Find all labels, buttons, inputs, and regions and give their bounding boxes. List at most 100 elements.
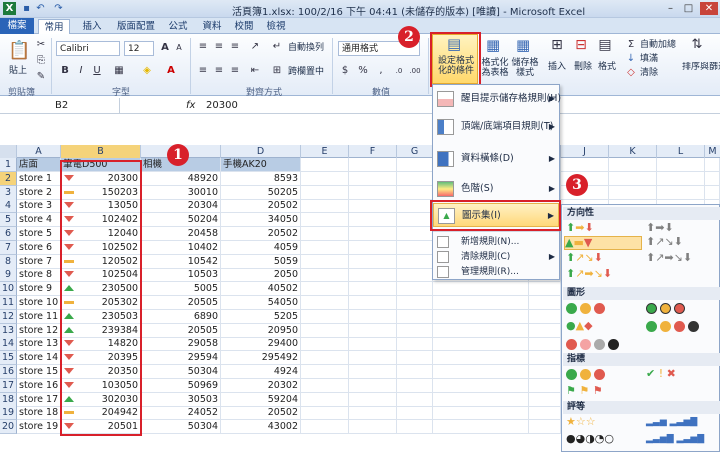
cell[interactable] xyxy=(529,351,561,364)
merge-center-icon[interactable]: ⊞ xyxy=(270,64,284,78)
name-box[interactable]: B2 xyxy=(0,98,120,113)
cell[interactable] xyxy=(705,158,720,171)
column-header[interactable]: A xyxy=(17,145,61,158)
menu-item-clear-rules[interactable]: 清除規則(C) ▶ xyxy=(433,250,559,264)
icon-set-3-stars[interactable]: ★☆☆ xyxy=(566,416,596,428)
cell[interactable] xyxy=(397,282,433,295)
column-header[interactable]: K xyxy=(609,145,657,158)
tab-review[interactable]: 校閱 xyxy=(230,19,258,34)
align-bottom-icon[interactable]: ≡ xyxy=(228,40,242,54)
cell[interactable] xyxy=(397,406,433,419)
cell[interactable] xyxy=(397,172,433,185)
cell[interactable] xyxy=(609,172,657,185)
cell[interactable]: 48920 xyxy=(141,172,221,185)
cell[interactable]: store 5 xyxy=(17,227,61,240)
icon-set-3-flags[interactable]: ⚑ ⚑ ⚑ xyxy=(566,385,603,397)
cell[interactable] xyxy=(349,324,397,337)
row-header[interactable]: 3 xyxy=(0,186,17,200)
cell[interactable]: 4059 xyxy=(221,241,301,254)
fill-label[interactable]: 填滿 xyxy=(640,54,658,64)
cell[interactable]: 20458 xyxy=(141,227,221,240)
cell[interactable] xyxy=(349,406,397,419)
cell[interactable]: 50205 xyxy=(221,186,301,199)
cell[interactable] xyxy=(397,255,433,268)
icon-set-4-traffic-lights[interactable] xyxy=(646,320,702,332)
row-header[interactable]: 16 xyxy=(0,365,17,379)
icon-set-4-arrows-gray[interactable]: ⬆↗↘⬇ xyxy=(646,236,683,248)
autosum-icon[interactable]: Σ xyxy=(624,38,638,52)
header-cell[interactable]: 店面 xyxy=(17,158,61,171)
fill-color-icon[interactable]: ◈ xyxy=(140,64,154,78)
shrink-font-icon[interactable]: A xyxy=(172,41,186,55)
cell[interactable]: store 11 xyxy=(17,310,61,323)
row-header[interactable]: 18 xyxy=(0,393,17,407)
font-size-select[interactable]: 12 xyxy=(124,41,154,56)
menu-item-new-rule[interactable]: 新增規則(N)... xyxy=(433,235,559,249)
cell[interactable]: 10402 xyxy=(141,241,221,254)
cell[interactable] xyxy=(301,268,349,281)
cell[interactable] xyxy=(529,393,561,406)
cell[interactable] xyxy=(301,337,349,350)
row-header[interactable]: 14 xyxy=(0,337,17,351)
cell[interactable] xyxy=(561,158,609,171)
cell[interactable] xyxy=(301,213,349,226)
column-header[interactable]: E xyxy=(301,145,349,158)
cell[interactable] xyxy=(301,186,349,199)
cell[interactable] xyxy=(349,337,397,350)
cell[interactable] xyxy=(397,268,433,281)
tab-page-layout[interactable]: 版面配置 xyxy=(112,19,160,34)
cell[interactable] xyxy=(397,227,433,240)
cell[interactable] xyxy=(349,158,397,171)
cell-styles-icon[interactable]: ▦ xyxy=(516,38,530,53)
tab-file[interactable]: 檔案 xyxy=(0,18,34,34)
cell[interactable]: store 3 xyxy=(17,199,61,212)
cell[interactable] xyxy=(301,324,349,337)
column-header[interactable]: G xyxy=(397,145,433,158)
cell[interactable] xyxy=(349,420,397,433)
cell[interactable]: 20505 xyxy=(141,324,221,337)
icon-set-4-arrows-colored[interactable]: ⬆↗↘⬇ xyxy=(566,252,603,264)
cell[interactable] xyxy=(301,241,349,254)
cell[interactable] xyxy=(433,337,529,350)
cell[interactable] xyxy=(657,158,705,171)
cell[interactable] xyxy=(433,365,529,378)
cell[interactable]: store 7 xyxy=(17,255,61,268)
cell[interactable]: store 19 xyxy=(17,420,61,433)
cell[interactable] xyxy=(397,393,433,406)
cell[interactable] xyxy=(397,241,433,254)
cell[interactable] xyxy=(397,379,433,392)
cell[interactable] xyxy=(349,365,397,378)
clear-icon[interactable]: ◇ xyxy=(624,66,638,80)
cell[interactable] xyxy=(433,393,529,406)
comma-icon[interactable]: , xyxy=(374,64,388,78)
indent-icon[interactable]: ⇤ xyxy=(248,64,262,78)
icon-set-3-arrows-gray[interactable]: ⬆➡⬇ xyxy=(646,222,674,234)
insert-cells-label[interactable]: 插入 xyxy=(548,62,566,72)
cell[interactable] xyxy=(349,227,397,240)
cell[interactable] xyxy=(349,172,397,185)
cell[interactable] xyxy=(301,310,349,323)
column-header[interactable]: L xyxy=(657,145,705,158)
select-all-corner[interactable] xyxy=(0,145,17,158)
cell[interactable] xyxy=(301,255,349,268)
row-header[interactable]: 2 xyxy=(0,172,17,186)
undo-icon[interactable]: ↶ xyxy=(34,2,47,15)
icon-set-5-arrows-colored[interactable]: ⬆↗➡↘⬇ xyxy=(566,268,612,280)
cell[interactable]: store 13 xyxy=(17,337,61,350)
row-header[interactable]: 5 xyxy=(0,213,17,227)
minimize-icon[interactable]: – xyxy=(664,2,677,15)
row-header[interactable]: 12 xyxy=(0,310,17,324)
tab-data[interactable]: 資料 xyxy=(198,19,226,34)
cell[interactable] xyxy=(433,310,529,323)
maximize-icon[interactable]: □ xyxy=(682,2,695,15)
cell[interactable] xyxy=(397,324,433,337)
orientation-icon[interactable]: ↗ xyxy=(248,40,262,54)
icon-set-3-arrows-colored[interactable]: ⬆➡⬇ xyxy=(566,222,594,234)
clear-label[interactable]: 清除 xyxy=(640,68,658,78)
cell[interactable]: store 15 xyxy=(17,365,61,378)
cell[interactable]: 29058 xyxy=(141,337,221,350)
copy-icon[interactable]: ⎘ xyxy=(34,54,48,68)
cell[interactable] xyxy=(397,199,433,212)
wrap-text-icon[interactable]: ↵ xyxy=(270,40,284,54)
cell[interactable]: 50969 xyxy=(141,379,221,392)
